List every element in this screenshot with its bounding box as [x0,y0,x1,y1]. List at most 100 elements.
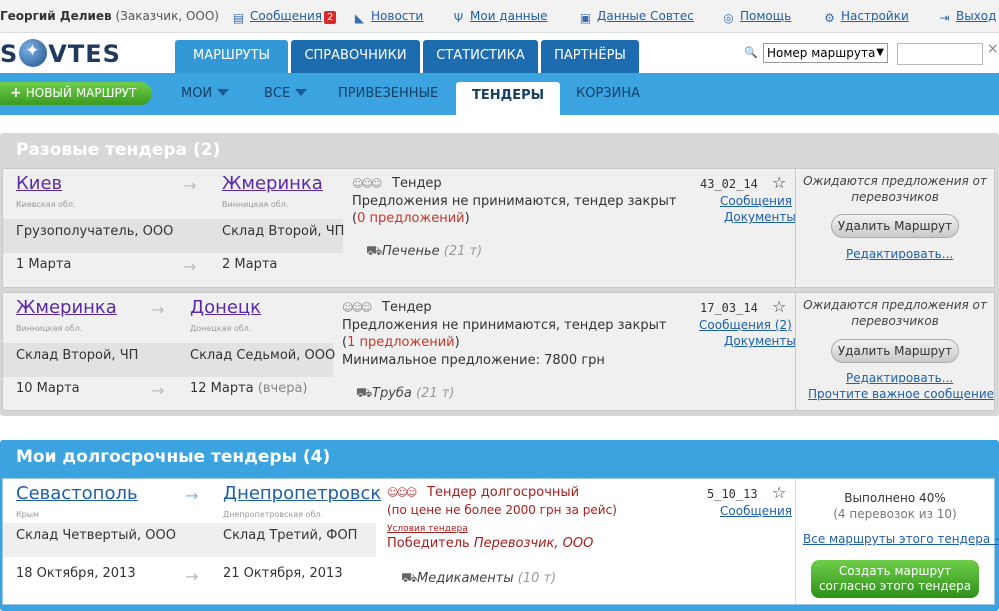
subtab-mine[interactable]: МОИ [181,86,230,101]
cargo-icon: ⛟ [356,386,373,401]
subtab-cart[interactable]: КОРЗИНА [576,86,640,101]
user-info: Георгий Делиев (Заказчик, ООО) [0,9,219,23]
to-city-link[interactable]: Днепропетровск [223,483,381,504]
waiting-note: Ожидаются предложения от перевозчиков [803,174,987,204]
tender-card: Жмеринка Винницкая обл. → Донецк Донецка… [2,292,995,411]
tender-status: Предложения не принимаются, тендер закры… [352,194,677,209]
cargo-info: ⛟Труба (21 т) [356,386,455,401]
to-region: Днепропетровская обл. [223,510,324,519]
offers-link[interactable]: 0 предложений [357,211,465,226]
from-city-link[interactable]: Жмеринка [16,297,117,318]
from-city-link[interactable]: Киев [16,173,62,194]
tab-partners[interactable]: ПАРТНЁРЫ [541,40,639,73]
arrow-right-icon: → [151,381,165,400]
lifebuoy-icon: ◎ [723,11,734,25]
from-region: Винницкая обл. [16,324,83,333]
to-region: Винницкая обл. [222,200,289,209]
user-name: Георгий Делиев [0,9,112,23]
subtab-all[interactable]: ВСЕ [264,86,308,101]
cargo-info: ⛟Медикаменты (10 т) [401,571,557,586]
winner-info: Победитель Перевозчик, ООО [387,536,594,551]
messages-link[interactable]: Сообщения [720,504,792,518]
sovtes-data-link[interactable]: ▣ Данные Совтес [579,9,694,25]
header: SVTES МАРШРУТЫ СПРАВОЧНИКИ СТАТИСТИКА ПА… [0,33,999,73]
tender-type: ☺☺☺ Тендер долгосрочный [387,485,580,500]
tender-conditions-link[interactable]: Условия тендера [387,524,468,534]
document-icon: ▣ [579,11,592,25]
to-city-link[interactable]: Жмеринка [222,173,323,194]
plus-icon: + [10,85,22,101]
route-code: 43_02_14 [700,177,758,191]
actions-box: Ожидаются предложения от перевозчиков Уд… [795,293,994,410]
from-party: Склад Второй, ЧП [3,343,177,377]
all-tender-routes-link[interactable]: Все маршруты этого тендера → [803,532,999,546]
from-city-link[interactable]: Севастополь [16,483,138,504]
actions-box: Выполнено 40% (4 перевозок из 10) Все ма… [795,479,999,604]
completion-status: Выполнено 40% [844,491,946,505]
edit-link[interactable]: Редактировать... [846,371,953,385]
search-input[interactable] [897,43,983,65]
search-type-select[interactable]: Номер маршрута ▼ [763,43,888,63]
tender-type: ☺☺☺ Тендер [342,300,432,315]
settings-link[interactable]: ⚙ Настройки [823,9,909,25]
documents-link[interactable]: Документы [724,334,796,348]
messages-icon: ▤ [232,11,245,25]
delete-route-button[interactable]: Удалить Маршрут [831,339,959,363]
cargo-icon: ⛟ [401,571,418,586]
price-note: (по цене не более 2000 грн за рейс) [387,503,617,517]
documents-link[interactable]: Документы [724,210,796,224]
messages-link[interactable]: ▤ Сообщения 2 [232,9,337,25]
route-code: 5_10_13 [707,487,758,501]
tab-routes[interactable]: МАРШРУТЫ [175,40,288,73]
from-region: Крым [16,510,40,519]
dropdown-arrow-icon [217,89,230,96]
subtab-delivered[interactable]: ПРИВЕЗЕННЫЕ [338,86,438,101]
logo: SVTES [0,39,121,68]
edit-link[interactable]: Редактировать... [846,247,953,261]
to-party: Склад Седьмой, ООО [177,343,335,377]
tender-type: ☺☺☺ Тендер [352,176,442,191]
top-bar: Георгий Делиев (Заказчик, ООО) ▤ Сообщени… [0,0,999,33]
waiting-note: Ожидаются предложения от перевозчиков [803,298,987,328]
subnav: + НОВЫЙ МАРШРУТ МОИ ВСЕ ПРИВЕЗЕННЫЕ ТЕНДЕ… [0,73,999,115]
people-icon: ☺☺☺ [342,301,372,314]
to-party: Склад Третий, ФОП [210,523,376,557]
star-icon[interactable]: ☆ [772,483,786,502]
my-data-link[interactable]: Ψ Мои данные [452,9,548,25]
to-city-link[interactable]: Донецк [190,297,261,318]
logout-link[interactable]: ⇥ Выход [938,9,996,25]
logout-icon: ⇥ [939,11,950,25]
completion-detail: (4 перевозок из 10) [833,507,957,521]
delete-route-button[interactable]: Удалить Маршрут [831,214,959,238]
cargo-info: ⛟Печенье (21 т) [366,244,483,259]
important-message-link[interactable]: Прочтите важное сообщение [808,387,994,401]
new-route-button[interactable]: + НОВЫЙ МАРШРУТ [0,82,152,105]
arrow-right-icon: → [183,176,197,195]
arrow-right-icon: → [185,486,199,505]
news-link[interactable]: ◣ Новости [353,9,423,25]
tab-statistics[interactable]: СТАТИСТИКА [423,40,538,73]
tab-directories[interactable]: СПРАВОЧНИКИ [291,40,420,73]
from-date: 1 Марта [16,257,72,272]
to-date: 12 Марта (вчера) [190,381,308,396]
subtab-tenders[interactable]: ТЕНДЕРЫ [456,82,561,115]
cargo-icon: ⛟ [366,244,383,259]
one-time-tenders-panel: Разовые тендера (2) Киев Киевская обл. →… [0,133,999,416]
route-code: 17_03_14 [700,301,758,315]
star-icon[interactable]: ☆ [772,173,786,192]
winner-name: Перевозчик, ООО [473,536,594,551]
actions-box: Ожидаются предложения от перевозчиков Уд… [795,169,994,287]
long-term-tenders-panel: Мои долгосрочные тендеры (4) Севастополь… [0,440,999,611]
panel-title: Разовые тендера (2) [16,140,221,160]
arrow-right-icon: → [185,567,199,586]
help-link[interactable]: ◎ Помощь [722,9,791,25]
to-date: 2 Марта [222,257,278,272]
from-region: Киевская обл. [16,200,76,209]
offers-info: (0 предложений) [352,211,470,226]
create-route-button[interactable]: Создать маршрут согласно этого тендера [811,560,979,598]
star-icon[interactable]: ☆ [772,297,786,316]
clear-icon[interactable]: × [987,41,999,57]
messages-link[interactable]: Сообщения [720,194,792,208]
offers-link[interactable]: 1 предложений [347,335,455,350]
messages-link[interactable]: Сообщения (2) [699,318,792,332]
